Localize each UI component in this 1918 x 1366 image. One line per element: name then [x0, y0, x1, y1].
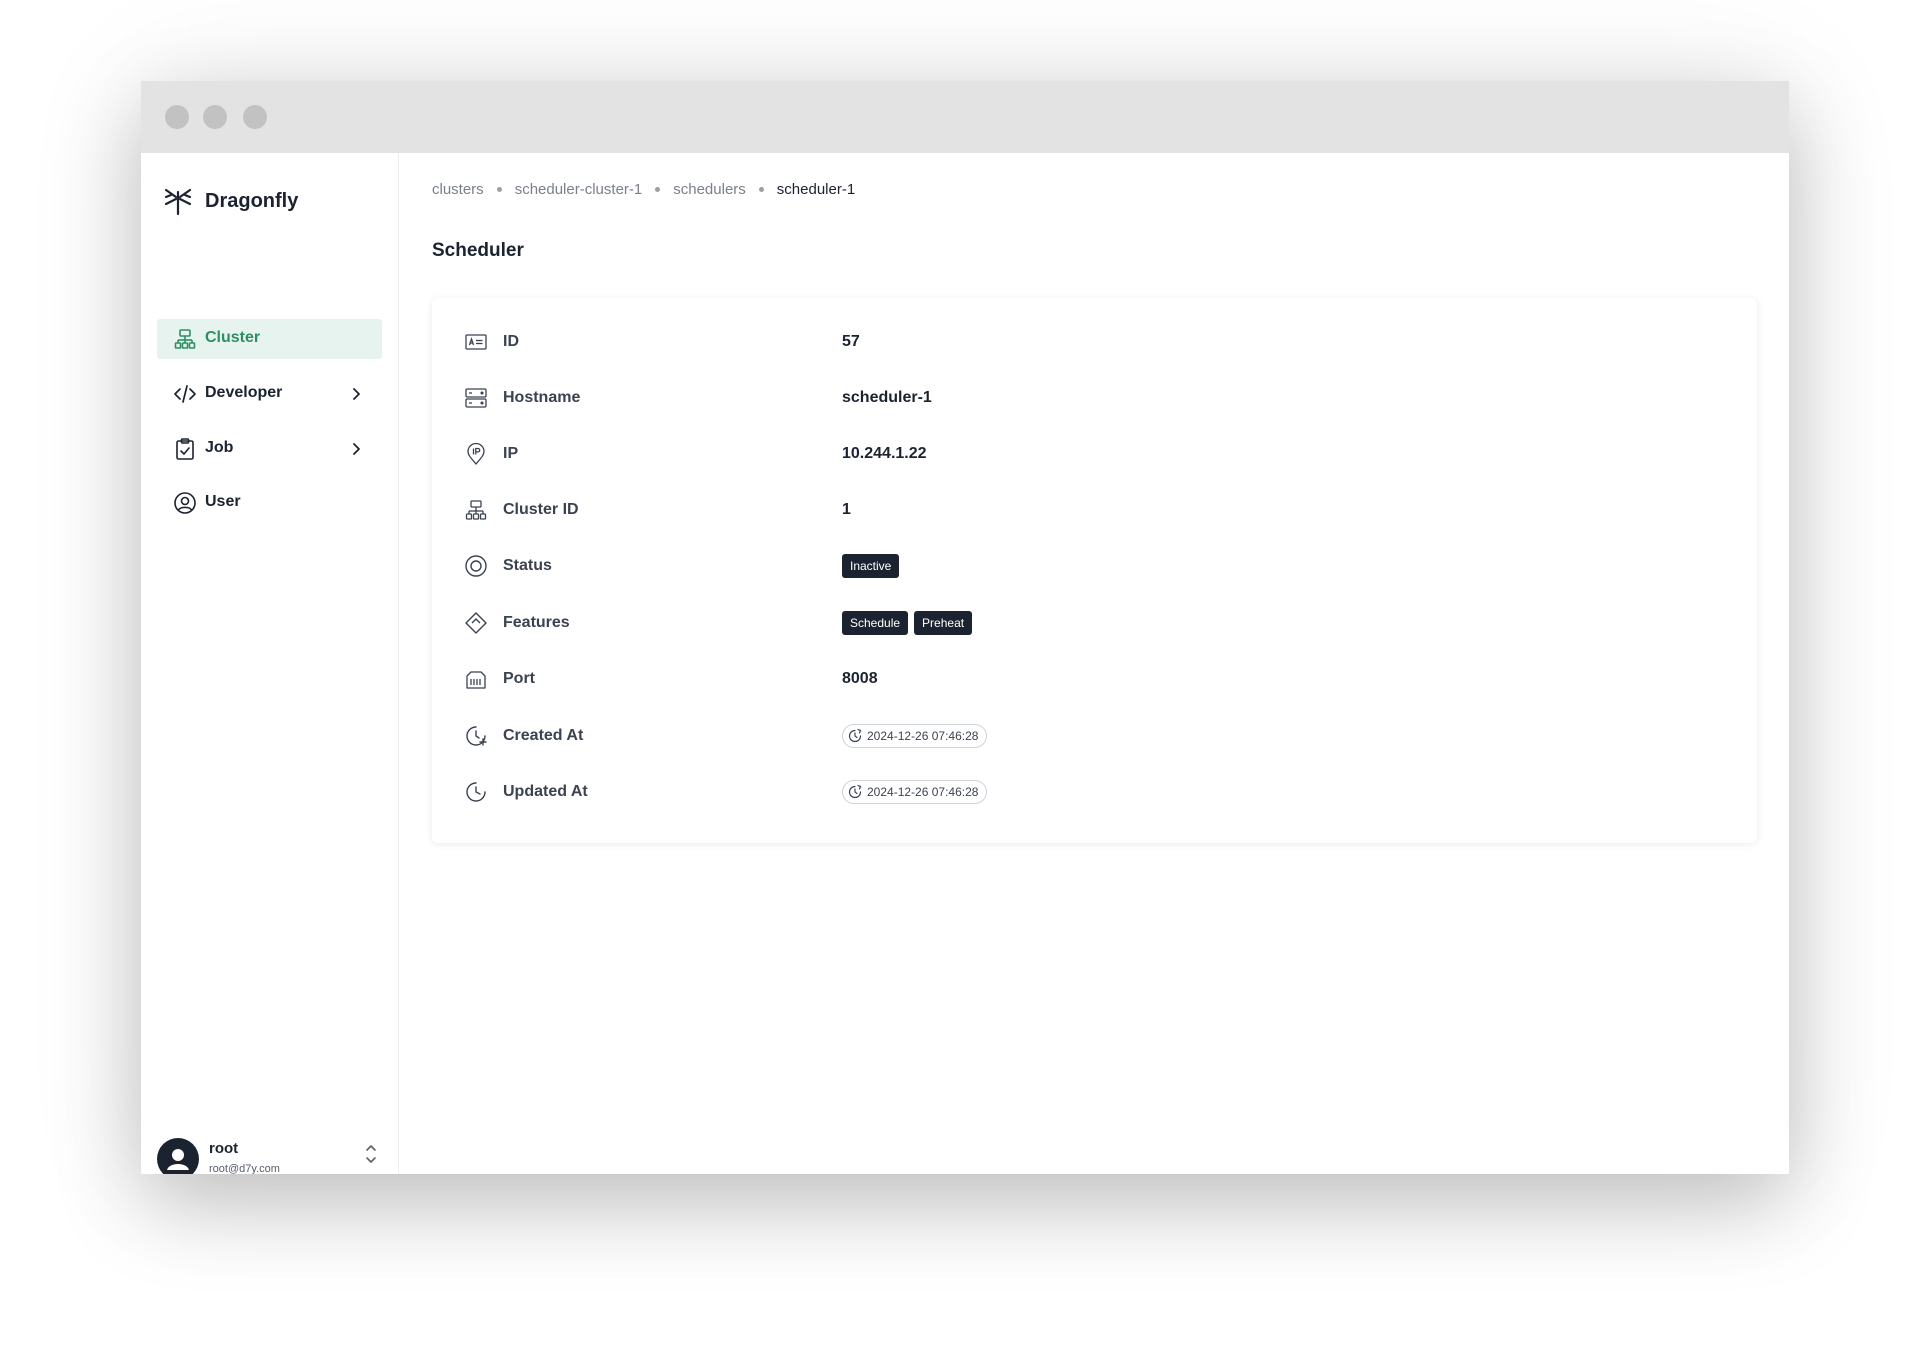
detail-value-port: 8008 — [842, 670, 878, 687]
breadcrumb: clusters scheduler-cluster-1 schedulers … — [432, 181, 855, 198]
breadcrumb-link-scheduler-cluster[interactable]: scheduler-cluster-1 — [515, 181, 643, 198]
brand[interactable]: Dragonfly — [163, 185, 298, 217]
user-name: root — [209, 1140, 239, 1157]
updated-at-timestamp: 2024-12-26 07:46:28 — [842, 780, 988, 804]
sidebar-item-user[interactable]: User — [157, 483, 382, 523]
detail-row-ip: IP 10.244.1.22 — [432, 434, 1757, 474]
clock-icon — [464, 780, 488, 804]
window-titlebar — [141, 81, 1789, 153]
server-icon — [464, 386, 488, 410]
detail-label: Created At — [503, 727, 584, 744]
breadcrumb-current: scheduler-1 — [776, 181, 856, 198]
detail-label: Hostname — [503, 389, 581, 406]
clipboard-check-icon — [173, 437, 197, 461]
sidebar-item-label: Developer — [205, 384, 283, 401]
feature-badges: Schedule Preheat — [842, 611, 978, 635]
feature-badge-preheat: Preheat — [914, 611, 973, 635]
dragonfly-logo-icon — [163, 186, 193, 216]
detail-row-features: Features Schedule Preheat — [432, 603, 1757, 643]
detail-label: Updated At — [503, 783, 588, 800]
app-window: Dragonfly Cluster Developer Job User roo… — [141, 81, 1789, 1174]
detail-label: Port — [503, 670, 535, 687]
detail-label: Features — [503, 614, 570, 631]
detail-value-ip: 10.244.1.22 — [842, 445, 927, 462]
status-ring-icon — [464, 554, 488, 578]
created-at-value: 2024-12-26 07:46:28 — [867, 729, 979, 743]
user-circle-icon — [173, 491, 197, 515]
sidebar-item-label: Cluster — [205, 329, 261, 346]
window-maximize-dot[interactable] — [243, 105, 267, 129]
detail-value-cluster-id: 1 — [842, 501, 851, 518]
port-icon — [464, 667, 488, 691]
breadcrumb-separator — [496, 187, 502, 192]
page-title: Scheduler — [432, 240, 524, 261]
cluster-icon — [173, 327, 197, 351]
detail-label: ID — [503, 333, 519, 350]
scheduler-details-card: ID 57 Hostname scheduler-1 IP 10.244.1.2… — [432, 298, 1757, 843]
breadcrumb-separator — [758, 187, 764, 192]
code-icon — [173, 382, 197, 406]
created-at-timestamp: 2024-12-26 07:46:28 — [842, 724, 988, 748]
clock-refresh-icon — [847, 784, 867, 800]
clock-refresh-icon — [847, 728, 867, 744]
detail-row-status: Status Inactive — [432, 546, 1757, 586]
detail-row-updated-at: Updated At 2024-12-26 07:46:28 — [432, 772, 1757, 812]
status-badges: Inactive — [842, 554, 905, 578]
breadcrumb-link-schedulers[interactable]: schedulers — [673, 181, 746, 198]
sidebar-item-cluster[interactable]: Cluster — [157, 319, 382, 359]
breadcrumb-separator — [655, 187, 661, 192]
features-icon — [464, 611, 488, 635]
detail-label: Cluster ID — [503, 501, 579, 518]
detail-row-port: Port 8008 — [432, 659, 1757, 699]
breadcrumb-link-clusters[interactable]: clusters — [432, 181, 484, 198]
cluster-icon — [464, 498, 488, 522]
detail-row-cluster-id: Cluster ID 1 — [432, 490, 1757, 530]
window-close-dot[interactable] — [165, 105, 189, 129]
ip-pin-icon — [464, 442, 488, 466]
sidebar-item-job[interactable]: Job — [157, 429, 382, 469]
sidebar: Dragonfly Cluster Developer Job User roo… — [141, 153, 399, 1174]
feature-badge-schedule: Schedule — [842, 611, 909, 635]
avatar[interactable] — [157, 1138, 199, 1174]
user-email: root@d7y.com — [209, 1163, 280, 1174]
main-content: clusters scheduler-cluster-1 schedulers … — [399, 153, 1789, 1174]
detail-row-hostname: Hostname scheduler-1 — [432, 378, 1757, 418]
sidebar-item-label: User — [205, 493, 241, 510]
detail-label: Status — [503, 557, 552, 574]
status-badge: Inactive — [842, 554, 900, 578]
sidebar-item-developer[interactable]: Developer — [157, 374, 382, 414]
chevron-right-icon[interactable] — [348, 386, 364, 402]
updated-at-value: 2024-12-26 07:46:28 — [867, 785, 979, 799]
clock-plus-icon — [464, 724, 488, 748]
detail-value-id: 57 — [842, 333, 860, 350]
detail-row-id: ID 57 — [432, 322, 1757, 362]
chevron-right-icon[interactable] — [348, 441, 364, 457]
brand-name: Dragonfly — [205, 189, 299, 212]
window-minimize-dot[interactable] — [203, 105, 227, 129]
sidebar-item-label: Job — [205, 439, 234, 456]
detail-label: IP — [503, 445, 519, 462]
detail-value-hostname: scheduler-1 — [842, 389, 932, 406]
user-menu[interactable]: root root@d7y.com — [157, 1138, 382, 1174]
detail-row-created-at: Created At 2024-12-26 07:46:28 — [432, 716, 1757, 756]
id-card-icon — [464, 330, 488, 354]
chevron-up-down-icon[interactable] — [364, 1142, 378, 1166]
